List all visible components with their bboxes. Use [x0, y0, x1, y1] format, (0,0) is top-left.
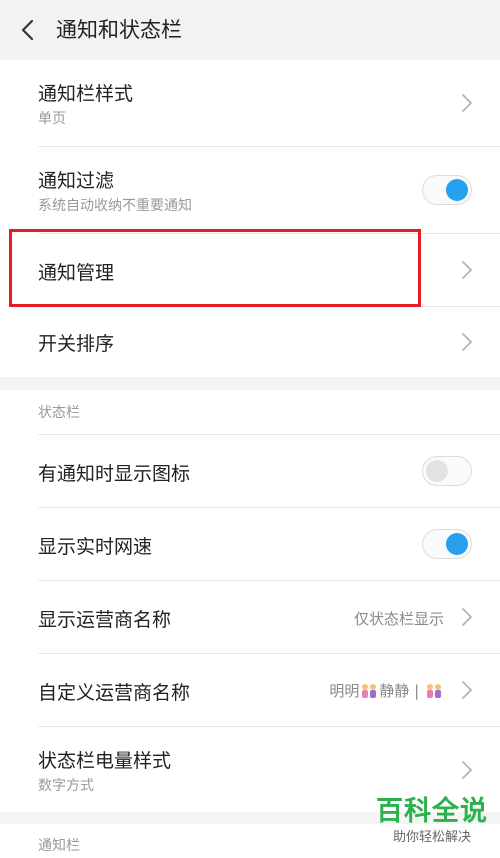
row-title: 自定义运营商名称: [38, 682, 191, 704]
row-title: 显示运营商名称: [38, 609, 172, 631]
value-text: 明明: [329, 682, 360, 700]
value-text: 静静 |: [379, 682, 424, 700]
custom-carrier-name-row[interactable]: 自定义运营商名称 明明 静静 |: [0, 654, 500, 726]
chevron-right-icon: [462, 261, 472, 279]
row-title: 通知栏样式: [38, 83, 134, 105]
row-title: 状态栏电量样式: [38, 750, 172, 772]
row-title: 通知管理: [38, 262, 115, 284]
section-label-status-bar: 状态栏: [38, 405, 80, 421]
back-arrow-icon[interactable]: [18, 17, 38, 43]
show-notification-icon-toggle[interactable]: [422, 456, 472, 486]
show-network-speed-row[interactable]: 显示实时网速: [0, 508, 500, 580]
notification-filter-row[interactable]: 通知过滤 系统自动收纳不重要通知: [0, 147, 500, 233]
chevron-right-icon: [462, 761, 472, 779]
page-title: 通知和状态栏: [56, 18, 182, 42]
row-value: 明明 静静 |: [329, 680, 444, 701]
row-title: 开关排序: [38, 333, 115, 355]
watermark-sub-text: 助你轻松解决: [392, 830, 471, 845]
toggle-order-row[interactable]: 开关排序: [0, 307, 500, 377]
section-label-notification-bar: 通知栏: [38, 838, 80, 854]
watermark-logo: 百科全说 助你轻松解决: [376, 797, 488, 847]
notification-style-row[interactable]: 通知栏样式 单页: [0, 60, 500, 146]
chevron-right-icon: [462, 94, 472, 112]
chevron-right-icon: [462, 681, 472, 699]
show-carrier-name-row[interactable]: 显示运营商名称 仅状态栏显示: [0, 581, 500, 653]
two-people-icon: [427, 683, 441, 698]
notification-management-row[interactable]: 通知管理: [0, 234, 500, 306]
header: 通知和状态栏: [0, 0, 500, 60]
row-title: 通知过滤: [38, 170, 115, 192]
row-value: 仅状态栏显示: [353, 610, 444, 628]
two-people-icon: [362, 683, 377, 698]
row-title: 有通知时显示图标: [38, 463, 191, 485]
row-subtitle: 系统自动收纳不重要通知: [38, 198, 192, 214]
show-network-speed-toggle[interactable]: [422, 529, 472, 559]
status-bar-card: 状态栏 有通知时显示图标 显示实时网速 显示运营商名称 仅状态栏显示 自定义运营…: [0, 390, 500, 812]
row-title: 显示实时网速: [38, 536, 153, 558]
row-subtitle: 单页: [38, 111, 66, 127]
row-subtitle: 数字方式: [38, 778, 94, 794]
chevron-right-icon: [462, 333, 472, 351]
show-notification-icon-row[interactable]: 有通知时显示图标: [0, 435, 500, 507]
notification-filter-toggle[interactable]: [422, 175, 472, 205]
watermark-main-text: 百科全说: [376, 796, 488, 827]
notification-settings-card: 通知栏样式 单页 通知过滤 系统自动收纳不重要通知 通知管理 开关排序: [0, 60, 500, 377]
chevron-right-icon: [462, 608, 472, 626]
